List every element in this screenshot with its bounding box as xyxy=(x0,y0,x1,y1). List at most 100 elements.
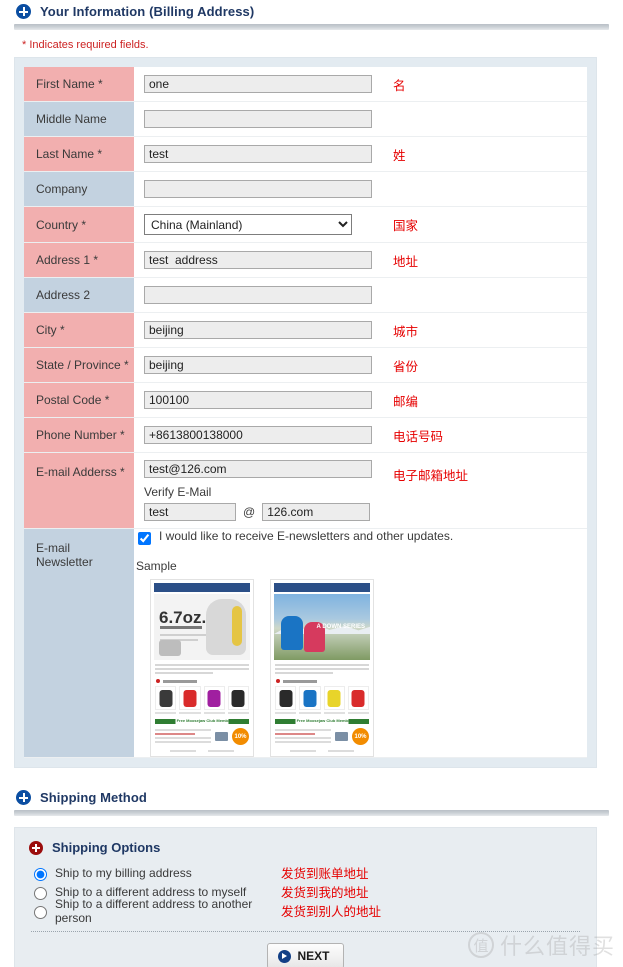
shipping-option-label[interactable]: Ship to a different address to another p… xyxy=(55,897,281,925)
input-address-2[interactable] xyxy=(144,286,372,304)
input-postal-code[interactable] xyxy=(144,391,372,409)
field-annotation: 城市 xyxy=(393,324,419,339)
sample-product-grid xyxy=(275,686,369,710)
form-row: Country * China (Mainland) 国家 xyxy=(24,206,587,243)
form-row: Postal Code * 邮编 xyxy=(24,382,587,418)
form-row: Address 2 xyxy=(24,277,587,313)
shipping-option-annotation: 发货到别人的地址 xyxy=(281,905,382,919)
shipping-option-annotation: 发货到账单地址 xyxy=(281,867,369,881)
field-label: State / Province * xyxy=(24,347,134,383)
next-button[interactable]: NEXT xyxy=(267,943,344,967)
input-city[interactable] xyxy=(144,321,372,339)
sample-footer: 10% xyxy=(155,728,249,745)
input-phone-number[interactable] xyxy=(144,426,372,444)
field-input-cell xyxy=(134,137,379,172)
billing-form-panel: First Name * 名 Middle NameLast Name * 姓 Comp… xyxy=(14,57,597,768)
field-label: Country * xyxy=(24,206,134,243)
shipping-option-label[interactable]: Ship to my billing address xyxy=(55,866,281,880)
newsletter-label-line1: E-mail xyxy=(36,541,71,555)
sample-promo-bar: Free Moosejaw Club Membership xyxy=(155,718,249,724)
input-state-province[interactable] xyxy=(144,356,372,374)
shipping-option-radio-0[interactable] xyxy=(34,867,47,881)
form-row: Phone Number * 电话号码 xyxy=(24,417,587,453)
sample-footer-links xyxy=(275,750,369,752)
field-annotation xyxy=(379,278,587,313)
sample-spotlight-heading xyxy=(156,679,253,683)
field-annotation: 姓 xyxy=(393,148,406,163)
shipping-option-annotation: 发货到我的地址 xyxy=(281,886,369,900)
field-annotation: 国家 xyxy=(393,219,419,233)
newsletter-samples: 6.7oz. Free Moosejaw Club Membership 10%… xyxy=(150,579,587,757)
required-fields-note: * Indicates required fields. xyxy=(22,39,149,51)
shipping-section-title: Shipping Method xyxy=(40,790,147,805)
expand-plus-icon xyxy=(16,4,31,19)
field-label: Address 2 xyxy=(24,277,134,313)
field-annotation xyxy=(379,172,587,207)
input-last-name[interactable] xyxy=(144,145,372,163)
input-verify-email-local[interactable] xyxy=(144,503,236,521)
sample-label: Sample xyxy=(136,559,177,573)
input-first-name[interactable] xyxy=(144,75,372,93)
input-verify-email-domain[interactable] xyxy=(262,503,371,521)
sample-banner xyxy=(154,583,250,592)
field-input-cell xyxy=(134,102,379,137)
input-company[interactable] xyxy=(144,180,372,198)
verify-email-label: Verify E-Mail xyxy=(144,485,212,499)
sample-footer: 10% xyxy=(275,728,369,745)
form-row: First Name * 名 xyxy=(24,67,587,102)
shipping-option-radio-2[interactable] xyxy=(34,905,47,919)
shipping-option-row[interactable]: Ship to a different address to another p… xyxy=(29,897,582,925)
newsletter-checkbox-row[interactable]: I would like to receive E-newsletters an… xyxy=(134,529,587,548)
sample-body-text xyxy=(275,664,369,674)
field-label: Company xyxy=(24,171,134,207)
newsletter-cell: I would like to receive E-newsletters an… xyxy=(134,529,587,758)
newsletter-label-line2: Newsletter xyxy=(36,555,93,569)
field-input-cell xyxy=(134,278,379,313)
field-annotation: 邮编 xyxy=(393,394,419,409)
shipping-section-divider xyxy=(14,810,609,816)
billing-section-title: Your Information (Billing Address) xyxy=(40,4,255,19)
sample-body-text xyxy=(155,664,249,674)
field-label: Address 1 * xyxy=(24,242,134,278)
field-label: City * xyxy=(24,312,134,348)
shipping-section-header: Shipping Method xyxy=(0,786,623,809)
sample-product-captions xyxy=(155,712,249,714)
field-label: Middle Name xyxy=(24,101,134,137)
shipping-options-icon xyxy=(29,840,43,855)
field-annotation: 省份 xyxy=(393,359,419,374)
field-input-cell-email: Verify E-Mail @ xyxy=(134,453,379,529)
form-row: Middle Name xyxy=(24,101,587,137)
field-annotation xyxy=(379,102,587,137)
newsletter-checkbox-label[interactable]: I would like to receive E-newsletters an… xyxy=(159,529,453,543)
field-input-cell xyxy=(134,383,379,418)
billing-section-header: Your Information (Billing Address) xyxy=(0,0,623,23)
input-middle-name[interactable] xyxy=(144,110,372,128)
sample-spotlight-heading xyxy=(276,679,373,683)
sample-banner xyxy=(274,583,370,592)
shipping-options-header: Shipping Options xyxy=(29,840,582,855)
form-row-newsletter: E-mail Newsletter I would like to receiv… xyxy=(24,528,587,758)
field-label: First Name * xyxy=(24,67,134,102)
form-row: Company xyxy=(24,171,587,207)
field-input-cell xyxy=(134,313,379,348)
shipping-option-radio-1[interactable] xyxy=(34,886,47,900)
form-row: Address 1 * 地址 xyxy=(24,242,587,278)
shipping-option-row[interactable]: Ship to my billing address 发货到账单地址 xyxy=(29,864,582,881)
next-button-label: NEXT xyxy=(297,949,330,963)
field-annotation: 地址 xyxy=(393,254,419,269)
input-email-address[interactable] xyxy=(144,460,372,478)
arrow-right-icon xyxy=(278,949,292,963)
input-address-1[interactable] xyxy=(144,251,372,269)
field-label-email: E-mail Adderss * xyxy=(24,452,134,529)
country-select[interactable]: China (Mainland) xyxy=(144,214,352,235)
field-input-cell xyxy=(134,172,379,207)
newsletter-checkbox[interactable] xyxy=(138,532,151,545)
newsletter-sample-2[interactable]: A DOWN SERIES Free Moosejaw Club Members… xyxy=(270,579,374,757)
sample-promo-bar: Free Moosejaw Club Membership xyxy=(275,718,369,724)
expand-plus-icon xyxy=(16,790,31,805)
form-row: City * 城市 xyxy=(24,312,587,348)
sample-footer-links xyxy=(155,750,249,752)
form-row: Last Name * 姓 xyxy=(24,136,587,172)
newsletter-sample-1[interactable]: 6.7oz. Free Moosejaw Club Membership 10% xyxy=(150,579,254,757)
field-input-cell xyxy=(134,67,379,102)
